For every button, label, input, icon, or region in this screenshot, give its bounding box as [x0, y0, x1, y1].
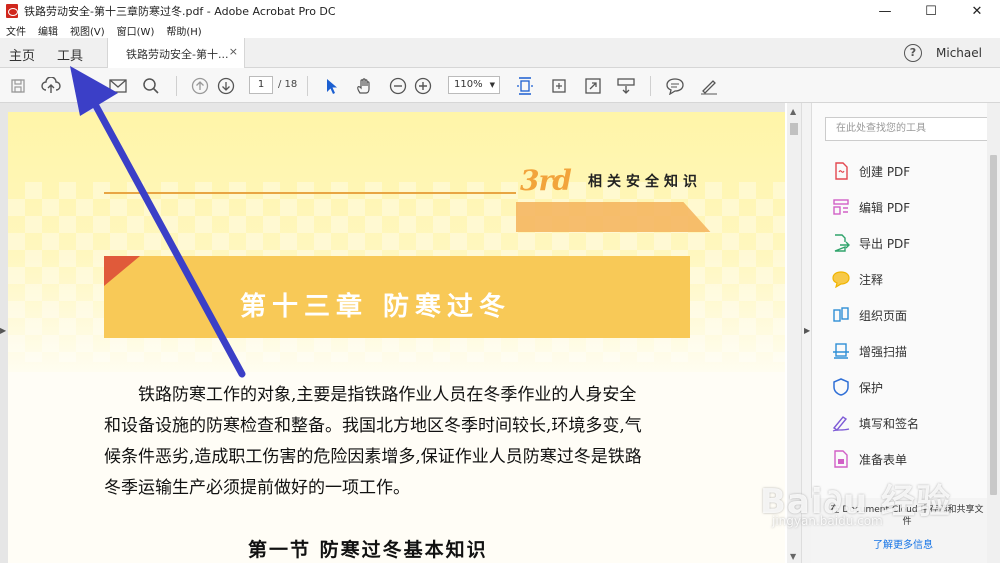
organize-pages-icon: [832, 306, 850, 324]
tool-create-pdf[interactable]: 创建 PDF: [832, 160, 910, 182]
rotate-page-icon[interactable]: [548, 75, 570, 97]
tool-label: 填写和签名: [859, 416, 920, 431]
title-bar: 铁路劳动安全-第十三章防寒过冬.pdf - Adobe Acrobat Pro …: [0, 0, 1000, 22]
tab-tools[interactable]: 工具: [57, 45, 83, 64]
tool-enhance-scan[interactable]: 增强扫描: [832, 340, 907, 362]
page-up-icon[interactable]: [189, 75, 211, 97]
menu-view[interactable]: 视图(V): [70, 23, 105, 38]
tool-label: 导出 PDF: [859, 236, 911, 251]
upload-icon[interactable]: [40, 75, 62, 97]
tools-pane-scrollbar[interactable]: [987, 103, 1000, 563]
fill-sign-icon: [832, 414, 850, 432]
body-paragraph: 铁路防寒工作的对象,主要是指铁路作业人员在冬季作业的人身安全 和设备设施的防寒检…: [104, 380, 704, 504]
page-number-input[interactable]: 1: [249, 76, 273, 94]
tool-label: 增强扫描: [859, 344, 908, 359]
menu-file[interactable]: 文件: [6, 23, 26, 38]
page-total: / 18: [278, 79, 298, 90]
tool-label: 创建 PDF: [859, 164, 911, 179]
comment-icon: [832, 270, 850, 289]
tab-close-button[interactable]: ×: [229, 45, 238, 58]
toolbar: 1 / 18 110% ▼: [0, 68, 1000, 103]
fullscreen-icon[interactable]: [582, 75, 604, 97]
tool-protect[interactable]: 保护: [832, 376, 883, 398]
save-icon[interactable]: [7, 75, 29, 97]
tool-search-input[interactable]: 在此处查找您的工具: [825, 117, 989, 141]
toolbar-separator: [176, 76, 177, 96]
tool-label: 组织页面: [859, 308, 908, 323]
zoom-value: 110%: [454, 79, 483, 90]
tool-organize-pages[interactable]: 组织页面: [832, 304, 907, 326]
watermark-url: jingyan.baidu.com: [772, 514, 883, 528]
tool-comment[interactable]: 注释: [832, 268, 883, 290]
prepare-form-icon: [832, 450, 850, 468]
protect-icon: [832, 378, 850, 396]
scroll-down-icon[interactable]: ▼: [790, 552, 796, 561]
chevron-down-icon: ▼: [489, 81, 495, 89]
tool-label: 编辑 PDF: [859, 200, 911, 215]
sign-icon[interactable]: [698, 75, 720, 97]
edit-pdf-icon: [832, 198, 850, 216]
user-account[interactable]: Michael: [936, 46, 982, 60]
search-icon[interactable]: [140, 75, 162, 97]
page-down-icon[interactable]: [215, 75, 237, 97]
create-pdf-icon: [832, 162, 850, 180]
close-window-button[interactable]: ✕: [954, 0, 1000, 22]
paragraph-line: 冬季运输生产必须提前做好的一项工作。: [104, 478, 410, 498]
tab-bar: 主页 工具 铁路劳动安全-第十... × ? Michael: [0, 38, 1000, 68]
chapter-title: 第十三章 防寒过冬: [240, 292, 512, 322]
baidu-watermark: Bai∂u 经验 jingyan.baidu.com: [760, 474, 951, 528]
tab-home[interactable]: 主页: [9, 45, 35, 64]
tool-label: 准备表单: [859, 452, 908, 467]
menu-window[interactable]: 窗口(W): [117, 23, 155, 38]
tool-label: 注释: [859, 272, 884, 287]
select-cursor-icon[interactable]: [320, 75, 342, 97]
zoom-out-icon[interactable]: [387, 75, 409, 97]
zoom-in-icon[interactable]: [412, 75, 434, 97]
header-rule: [104, 192, 516, 194]
header-section-label: 相关安全知识: [588, 174, 702, 190]
collapse-pane-icon[interactable]: ▶: [804, 326, 810, 335]
tool-export-pdf[interactable]: 导出 PDF: [832, 232, 910, 254]
tool-fill-sign[interactable]: 填写和签名: [832, 412, 919, 434]
minimize-button[interactable]: —: [862, 0, 908, 22]
pdf-page: 3rd 相关安全知识 第十三章 防寒过冬 铁路防寒工作的对象,主要是指铁路作业人…: [8, 112, 785, 563]
print-icon[interactable]: [72, 75, 94, 97]
email-icon[interactable]: [107, 75, 129, 97]
tab-document-label: 铁路劳动安全-第十...: [126, 48, 229, 61]
maximize-button[interactable]: ☐: [908, 0, 954, 22]
hand-icon[interactable]: [353, 75, 375, 97]
comment-icon[interactable]: [664, 75, 686, 97]
window-title: 铁路劳动安全-第十三章防寒过冬.pdf - Adobe Acrobat Pro …: [24, 5, 336, 18]
learn-more-link[interactable]: 了解更多信息: [873, 536, 933, 551]
tool-label: 保护: [859, 380, 884, 395]
scrollbar-thumb[interactable]: [990, 155, 997, 495]
paragraph-line: 和设备设施的防寒检查和整备。我国北方地区冬季时间较长,环境多变,气: [104, 416, 642, 436]
tab-document[interactable]: 铁路劳动安全-第十... ×: [107, 38, 245, 68]
scroll-up-icon[interactable]: ▲: [790, 107, 796, 116]
menu-edit[interactable]: 编辑: [38, 23, 58, 38]
enhance-scan-icon: [832, 342, 850, 360]
menu-help[interactable]: 帮助(H): [166, 23, 201, 38]
window-controls: — ☐ ✕: [862, 0, 1000, 22]
help-icon[interactable]: ?: [904, 44, 922, 62]
scroll-mode-icon[interactable]: [615, 75, 637, 97]
header-mark: 3rd: [520, 164, 572, 197]
toolbar-separator: [307, 76, 308, 96]
toolbar-separator: [650, 76, 651, 96]
paragraph-line: 铁路防寒工作的对象,主要是指铁路作业人员在冬季作业的人身安全: [138, 385, 637, 405]
section-heading: 第一节 防寒过冬基本知识: [248, 539, 488, 561]
paragraph-line: 候条件恶劣,造成职工伤害的危险因素增多,保证作业人员防寒过冬是铁路: [104, 447, 642, 467]
fit-page-icon[interactable]: [514, 75, 536, 97]
export-pdf-icon: [832, 234, 850, 252]
zoom-select[interactable]: 110% ▼: [448, 76, 500, 94]
menu-bar: 文件 编辑 视图(V) 窗口(W) 帮助(H): [0, 22, 1000, 38]
scrollbar-thumb[interactable]: [790, 123, 798, 135]
document-viewer[interactable]: 3rd 相关安全知识 第十三章 防寒过冬 铁路防寒工作的对象,主要是指铁路作业人…: [0, 103, 785, 563]
tool-edit-pdf[interactable]: 编辑 PDF: [832, 196, 910, 218]
left-panel-toggle-icon[interactable]: ▶: [0, 326, 6, 335]
pdf-file-icon: [6, 4, 18, 18]
tool-prepare-form[interactable]: 准备表单: [832, 448, 907, 470]
